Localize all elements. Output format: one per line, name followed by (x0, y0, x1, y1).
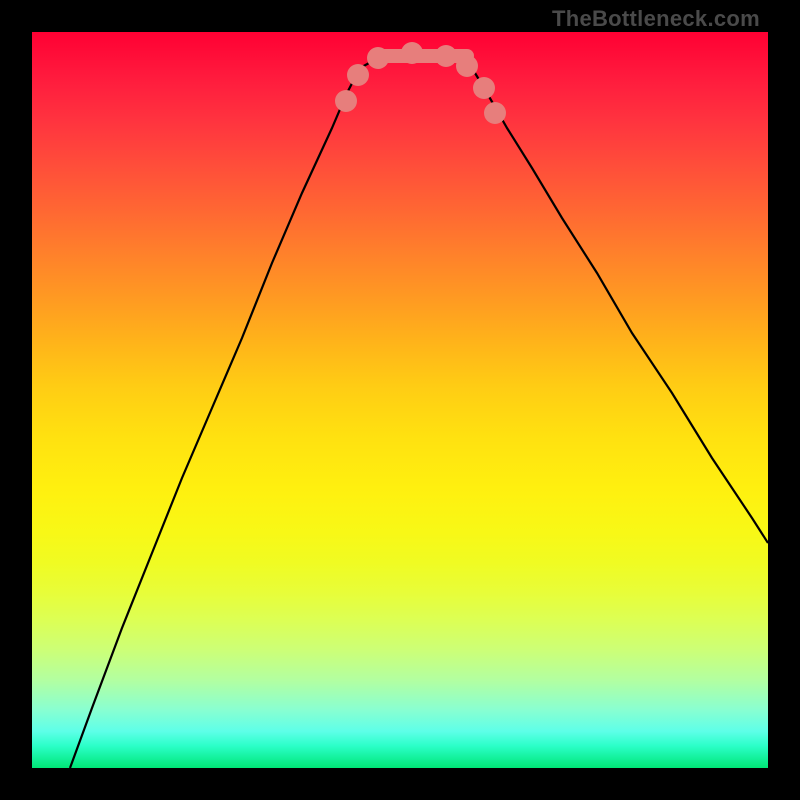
marker-point (484, 102, 506, 124)
plot-area (32, 32, 768, 768)
attribution-text: TheBottleneck.com (552, 6, 760, 32)
curve-left-branch (70, 68, 360, 768)
marker-point (456, 55, 478, 77)
marker-point (335, 90, 357, 112)
marker-point (473, 77, 495, 99)
chart-svg (32, 32, 768, 768)
curve-right-branch (472, 68, 768, 543)
marker-point (367, 47, 389, 69)
chart-frame: TheBottleneck.com (0, 0, 800, 800)
marker-point (435, 45, 457, 67)
marker-group (335, 42, 506, 124)
marker-point (401, 42, 423, 64)
marker-point (347, 64, 369, 86)
